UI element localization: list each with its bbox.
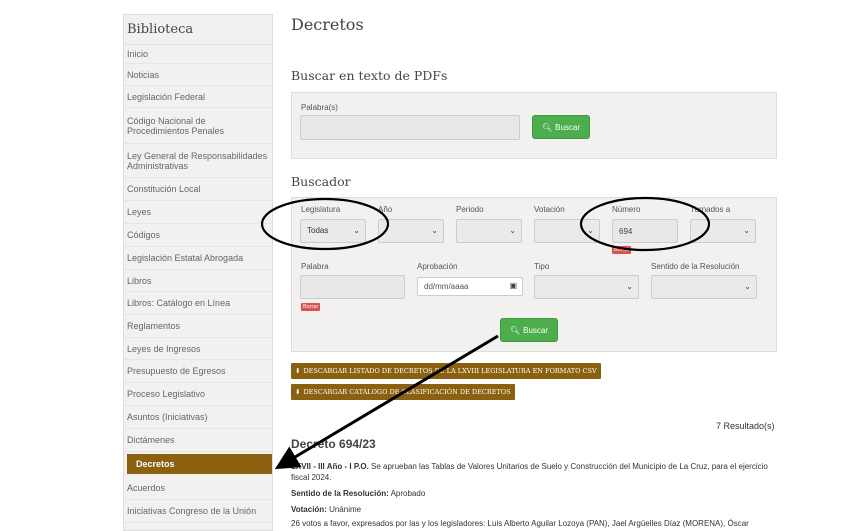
sidebar-item-acuerdos[interactable]: Acuerdos xyxy=(124,476,272,500)
pdf-search-input[interactable] xyxy=(300,115,520,140)
sidebar-item-codigo-nacional[interactable]: Código Nacional de Procedimientos Penale… xyxy=(124,108,272,144)
sidebar-item-iniciativas-congreso[interactable]: Iniciativas Congreso de la Unión xyxy=(124,500,272,523)
sidebar-item-presupuesto-egresos[interactable]: Presupuesto de Egresos xyxy=(124,360,272,383)
results-count: 7 Resultado(s) xyxy=(716,421,775,431)
numero-label: Número xyxy=(612,205,641,214)
sidebar-item-proceso-legislativo[interactable]: Proceso Legislativo xyxy=(124,383,272,406)
finder-search-button[interactable]: 🔍︎ Buscar xyxy=(500,318,558,342)
palabra-input[interactable] xyxy=(300,275,405,299)
search-icon: 🔍︎ xyxy=(509,325,521,335)
decree-title[interactable]: Decreto 694/23 xyxy=(291,437,376,451)
decree-votacion-label: Votación: xyxy=(291,505,327,514)
sidebar-item-codigos[interactable]: Códigos xyxy=(124,224,272,247)
sidebar-item-constitucion-local[interactable]: Constitución Local xyxy=(124,178,272,201)
aprobacion-label: Aprobación xyxy=(417,262,458,271)
finder-panel: Legislatura Año Periodo Votación Número … xyxy=(291,197,777,352)
download-icon: ⬇︎ xyxy=(295,367,301,375)
sidebar-item-legislacion-federal[interactable]: Legislación Federal xyxy=(124,86,272,108)
decree-votes: 26 votos a favor, expresados por las y l… xyxy=(291,519,749,528)
sidebar: Biblioteca Inicio Noticias Legislación F… xyxy=(123,14,273,531)
aprobacion-date-input[interactable]: dd/mm/aaaa ▣ xyxy=(417,277,523,296)
calendar-icon[interactable]: ▣ xyxy=(509,281,517,290)
sidebar-item-libros-catalogo[interactable]: Libros: Catálogo en Línea xyxy=(124,292,272,315)
sidebar-title: Biblioteca xyxy=(124,15,272,45)
pdf-search-panel: Palabra(s) 🔍︎ Buscar xyxy=(291,92,777,159)
pdf-search-button[interactable]: 🔍︎ Buscar xyxy=(532,115,590,139)
votacion-select[interactable]: ⌄ xyxy=(534,219,600,243)
anio-label: Año xyxy=(378,205,393,214)
download-csv-label: DESCARGAR LISTADO DE DECRETOS DE LA LXVI… xyxy=(303,367,597,375)
pdf-search-title: Buscar en texto de PDFs xyxy=(291,68,448,83)
sidebar-item-inicio[interactable]: Inicio xyxy=(124,45,272,64)
numero-clear-button[interactable]: Borrar xyxy=(612,246,632,254)
sidebar-item-reglamentos[interactable]: Reglamentos xyxy=(124,315,272,338)
decree-votacion-value: Unánime xyxy=(326,505,362,514)
chevron-down-icon: ⌄ xyxy=(743,226,750,235)
sentido-select[interactable]: ⌄ xyxy=(651,275,757,299)
chevron-down-icon: ⌄ xyxy=(626,282,633,291)
sidebar-item-dictamenes[interactable]: Dictámenes xyxy=(124,429,272,452)
palabra-label: Palabra xyxy=(301,262,329,271)
pdf-search-label: Palabra(s) xyxy=(301,103,338,112)
download-catalog-label: DESCARGAR CATÁLOGO DE CLASIFICACIÓN DE D… xyxy=(303,388,511,396)
legislatura-select[interactable]: Todas ⌄ xyxy=(300,219,366,243)
download-csv-button[interactable]: ⬇︎ DESCARGAR LISTADO DE DECRETOS DE LA L… xyxy=(291,363,601,379)
sidebar-item-noticias[interactable]: Noticias xyxy=(124,64,272,86)
anio-select[interactable]: ⌄ xyxy=(378,219,444,243)
chevron-down-icon: ⌄ xyxy=(353,226,360,235)
pdf-search-button-label: Buscar xyxy=(555,122,581,132)
sidebar-item-leyes[interactable]: Leyes xyxy=(124,201,272,224)
turnados-label: Turnados a xyxy=(690,205,731,214)
sentido-label: Sentido de la Resolución xyxy=(651,262,740,271)
download-catalog-button[interactable]: ⬇︎ DESCARGAR CATÁLOGO DE CLASIFICACIÓN D… xyxy=(291,384,515,400)
finder-title: Buscador xyxy=(291,174,351,189)
chevron-down-icon: ⌄ xyxy=(431,226,438,235)
aprobacion-placeholder: dd/mm/aaaa xyxy=(424,282,469,291)
decree-sentido-label: Sentido de la Resolución: xyxy=(291,489,389,498)
decree-sentido-value: Aprobado xyxy=(388,489,426,498)
sidebar-item-legislacion-abrogada[interactable]: Legislación Estatal Abrogada xyxy=(124,247,272,270)
sidebar-item-asuntos[interactable]: Asuntos (Iniciativas) xyxy=(124,406,272,429)
sidebar-item-ley-general[interactable]: Ley General de Responsabilidades Adminis… xyxy=(124,144,272,178)
palabra-clear-button[interactable]: Borrar xyxy=(301,303,321,311)
decree-votacion: Votación: Unánime xyxy=(291,504,361,515)
periodo-select[interactable]: ⌄ xyxy=(456,219,522,243)
numero-input[interactable]: 694 xyxy=(612,219,678,243)
sidebar-item-leyes-ingresos[interactable]: Leyes de Ingresos xyxy=(124,338,272,360)
finder-search-button-label: Buscar xyxy=(523,325,549,335)
page-title: Decretos xyxy=(291,15,364,34)
legislatura-label: Legislatura xyxy=(301,205,341,214)
download-icon: ⬇︎ xyxy=(295,388,301,396)
search-icon: 🔍︎ xyxy=(541,122,553,132)
votacion-label: Votación xyxy=(534,205,565,214)
chevron-down-icon: ⌄ xyxy=(587,226,594,235)
chevron-down-icon: ⌄ xyxy=(509,226,516,235)
chevron-down-icon: ⌄ xyxy=(744,282,751,291)
tipo-select[interactable]: ⌄ xyxy=(534,275,639,299)
decree-period: LXVII - III Año - I P.O. xyxy=(291,462,369,471)
sidebar-item-decretos[interactable]: Decretos xyxy=(127,454,272,474)
decree-sentido: Sentido de la Resolución: Aprobado xyxy=(291,488,425,499)
decree-description: LXVII - III Año - I P.O. Se aprueban las… xyxy=(291,461,781,483)
periodo-label: Periodo xyxy=(456,205,484,214)
turnados-select[interactable]: ⌄ xyxy=(690,219,756,243)
tipo-label: Tipo xyxy=(534,262,550,271)
sidebar-item-libros[interactable]: Libros xyxy=(124,270,272,292)
legislatura-value: Todas xyxy=(307,226,329,235)
